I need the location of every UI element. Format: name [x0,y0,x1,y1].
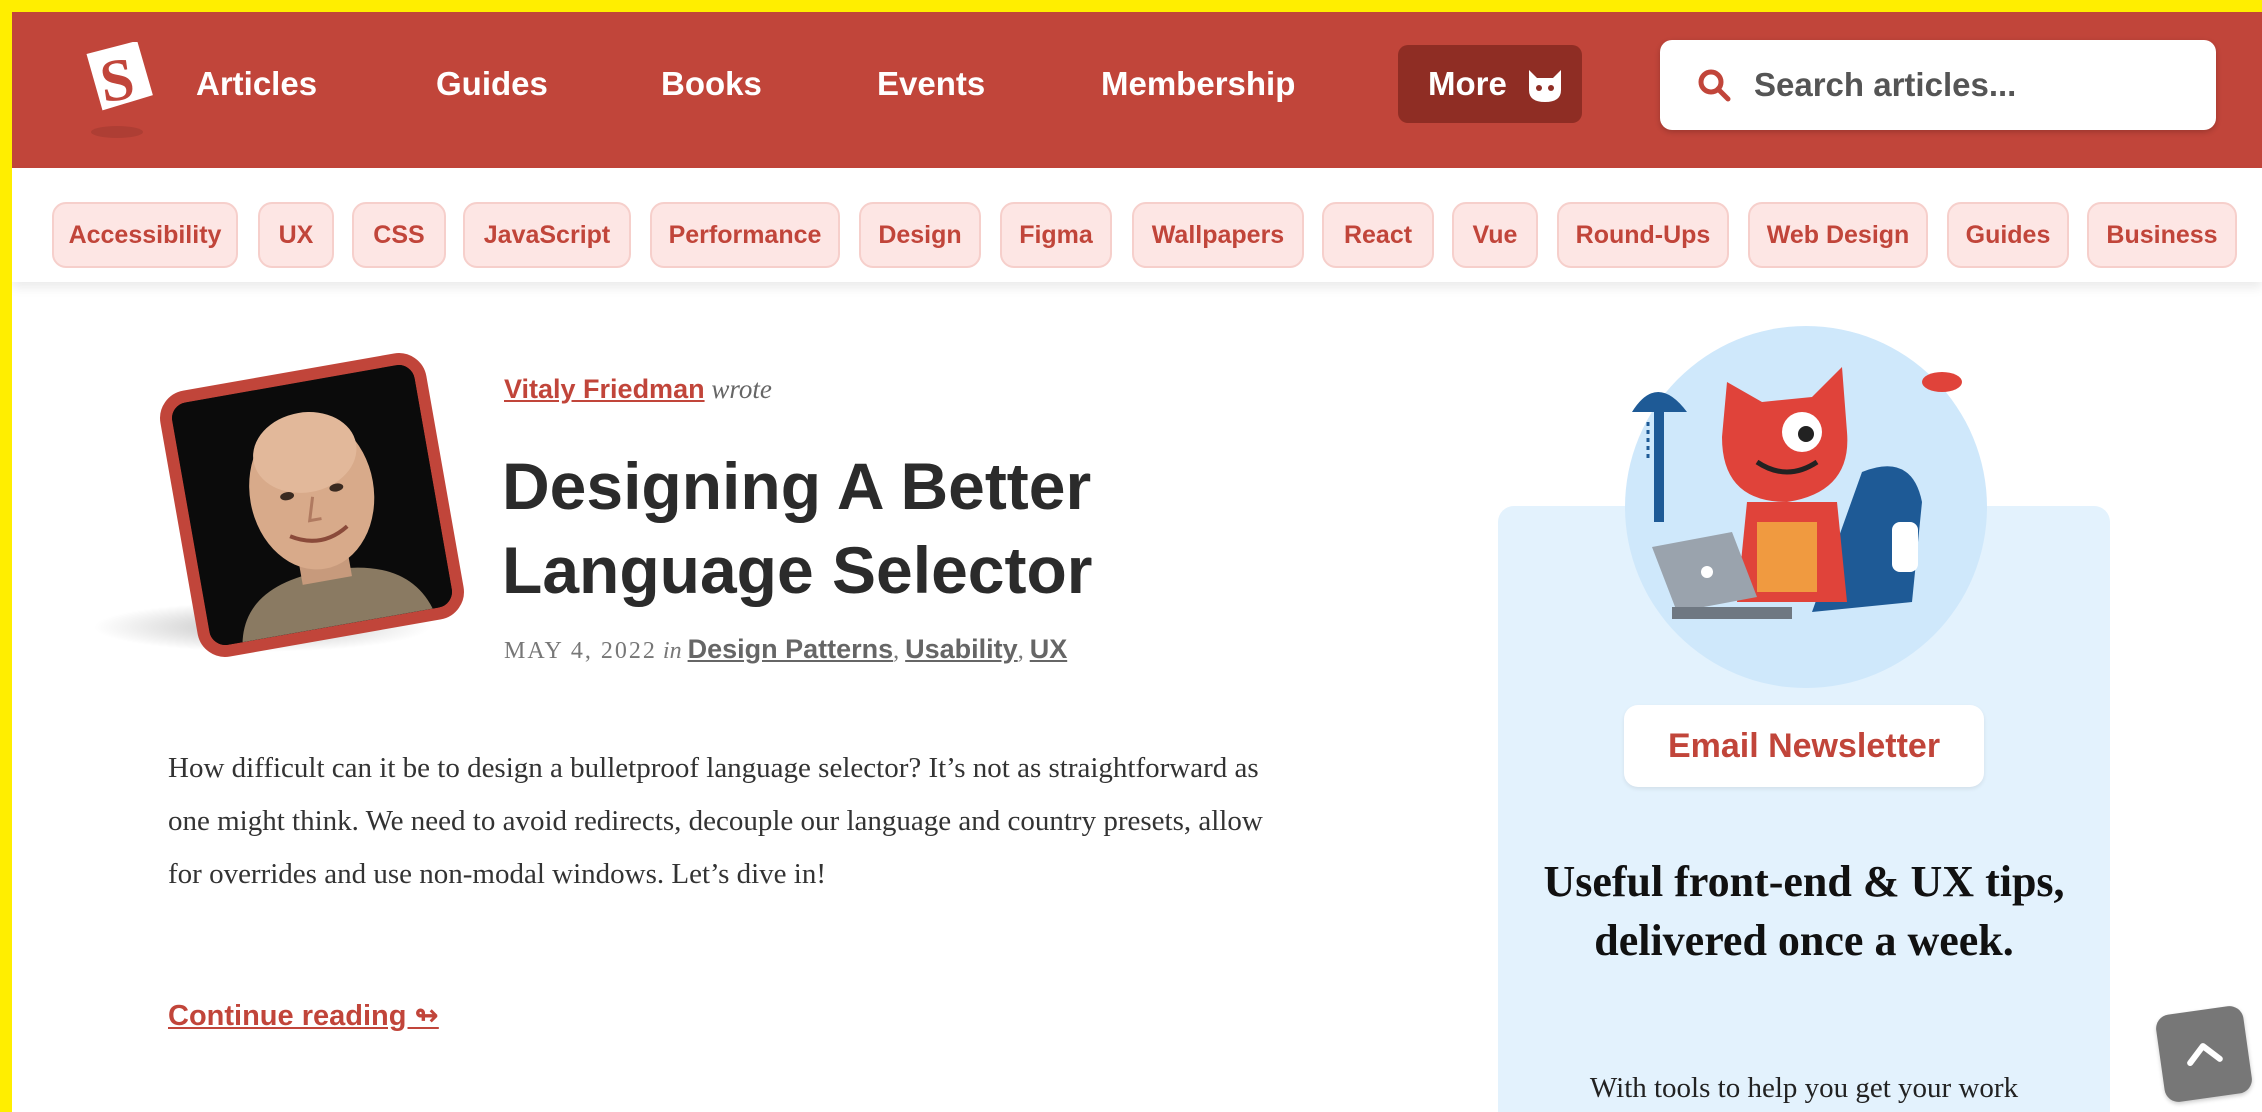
newsletter-text: With tools to help you get your work [1589,1072,2019,1104]
tag-accessibility[interactable]: Accessibility [52,202,238,268]
tag-design[interactable]: Design [859,202,981,268]
byline-wrote: wrote [711,374,772,404]
top-navigation: S Articles Guides Books Events Membershi… [12,12,2262,168]
cat-mascot-illustration [1632,367,1962,619]
continue-reading-link[interactable]: Continue reading ↬ [168,998,439,1033]
tag-guides[interactable]: Guides [1947,202,2069,268]
tag-css[interactable]: CSS [352,202,446,268]
nav-events[interactable]: Events [877,64,985,104]
author-link[interactable]: Vitaly Friedman [504,374,705,404]
meta-in: in [662,638,682,664]
tag-javascript[interactable]: JavaScript [463,202,631,268]
topic-tag-bar: Accessibility UX CSS JavaScript Performa… [12,168,2262,282]
tag-react[interactable]: React [1322,202,1434,268]
tag-wallpapers[interactable]: Wallpapers [1132,202,1304,268]
article-meta: MAY 4, 2022 in Design Patterns, Usabilit… [504,634,1068,664]
more-label: More [1428,65,1507,102]
nav-articles[interactable]: Articles [196,64,317,104]
search-box[interactable] [1660,40,2216,130]
nav-books[interactable]: Books [661,64,762,104]
smashing-logo[interactable]: S [72,42,162,152]
article-title[interactable]: Designing A Better Language Selector [502,444,1202,612]
page: S Articles Guides Books Events Membershi… [12,12,2262,1112]
article-excerpt: How difficult can it be to design a bull… [168,752,1263,890]
search-input[interactable] [1754,66,2194,104]
newsletter-heading: Useful front-end & UX tips, delivered on… [1543,857,2065,965]
nav-membership[interactable]: Membership [1101,64,1295,104]
cat-icon [1528,70,1561,102]
category-ux[interactable]: UX [1030,634,1068,664]
author-photo [169,361,460,652]
tag-business[interactable]: Business [2087,202,2237,268]
nav-guides[interactable]: Guides [436,64,548,104]
category-design-patterns[interactable]: Design Patterns [688,634,894,664]
tag-web-design[interactable]: Web Design [1748,202,1928,268]
chevron-up-icon [2187,1043,2223,1067]
author-avatar[interactable] [155,348,469,662]
category-usability[interactable]: Usability [905,634,1018,664]
tag-round-ups[interactable]: Round-Ups [1557,202,1729,268]
byline: Vitaly Friedman wrote [504,374,772,405]
tag-performance[interactable]: Performance [650,202,840,268]
tag-figma[interactable]: Figma [1000,202,1112,268]
article-date: MAY 4, 2022 [504,638,657,664]
tag-ux[interactable]: UX [258,202,334,268]
back-to-top-button[interactable] [2154,1004,2254,1104]
more-button[interactable]: More [1398,45,1582,123]
newsletter-badge[interactable]: Email Newsletter [1624,705,1984,787]
search-icon [1698,69,1731,102]
tag-vue[interactable]: Vue [1452,202,1538,268]
